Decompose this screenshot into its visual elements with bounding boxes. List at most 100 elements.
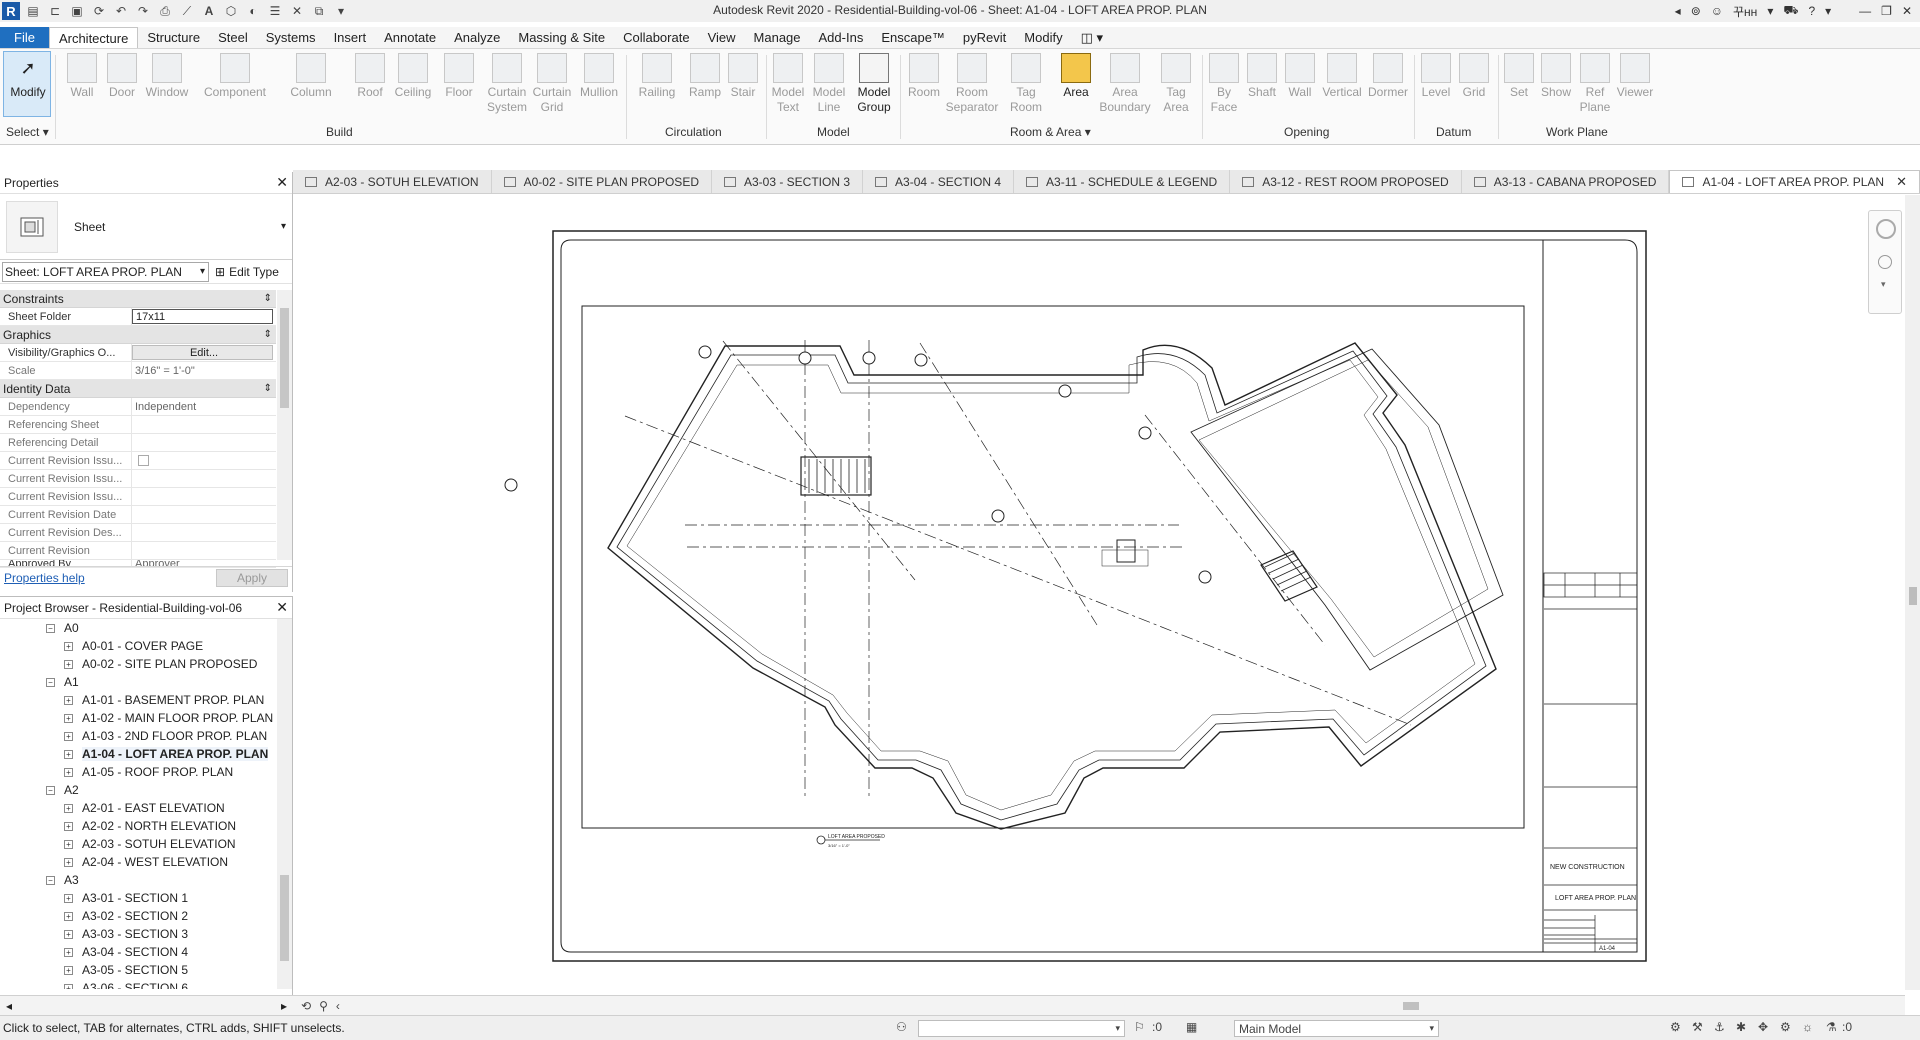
tree-item[interactable]: + A3-01 - SECTION 1 [0,889,276,907]
tree-group[interactable]: − A1 [0,673,276,691]
tab-massing-site[interactable]: Massing & Site [509,27,614,48]
background-process-icon[interactable]: ⚙ [1780,1020,1791,1034]
expand-icon[interactable]: + [64,695,73,705]
revit-logo[interactable]: R [2,2,20,20]
curtain-grid-button[interactable]: Curtain Grid [530,53,574,115]
expand-icon[interactable]: + [64,713,73,723]
group-identity-data[interactable]: Identity Data ⇕ [0,380,276,398]
collapse-icon[interactable]: − [46,875,55,885]
tab-structure[interactable]: Structure [138,27,209,48]
save-icon[interactable]: ▣ [68,3,86,19]
3d-view-icon[interactable]: ⬡ [222,3,240,19]
tree-item[interactable]: + A0-02 - SITE PLAN PROPOSED [0,655,276,673]
properties-scrollbar[interactable] [277,290,292,560]
measure-icon[interactable]: ⟋ [178,3,196,19]
workset-icon[interactable]: ⚇ [896,1020,907,1034]
tree-item[interactable]: + A3-06 - SECTION 6 [0,979,276,989]
select-underlay-icon[interactable]: ⚒ [1692,1020,1703,1034]
tree-item[interactable]: + A1-05 - ROOF PROP. PLAN [0,763,276,781]
user-icon[interactable]: ☺ [1711,4,1723,18]
room-area-panel-label[interactable]: Room & Area ▾ [1010,125,1091,139]
tab-collaborate[interactable]: Collaborate [614,27,699,48]
sync-icon[interactable]: ⟳ [90,3,108,19]
apply-button[interactable]: Apply [216,568,288,587]
select-by-face-icon[interactable]: ✱ [1736,1020,1746,1034]
editing-requests-icon[interactable]: ⚐ [1134,1020,1145,1034]
scroll-right-icon[interactable]: ▸ [281,999,287,1013]
workset-select[interactable]: ▾ [918,1020,1125,1037]
tab-manage[interactable]: Manage [745,27,810,48]
view-tab[interactable]: A2-03 - SOTUH ELEVATION [293,170,492,193]
select-panel-label[interactable]: Select ▾ [6,125,49,139]
area-boundary-button[interactable]: Area Boundary [1098,53,1152,115]
group-constraints[interactable]: Constraints ⇕ [0,290,276,308]
expand-icon[interactable]: + [64,929,73,939]
show-button[interactable]: Show [1538,53,1574,100]
expand-icon[interactable]: + [64,911,73,921]
roof-button[interactable]: Roof [352,53,388,100]
zoom-dropdown-icon[interactable]: ▾ [1881,279,1886,290]
canvas-horizontal-scrollbar[interactable] [623,1000,1883,1012]
model-group-button[interactable]: Model Group [852,53,896,115]
steering-wheel-icon[interactable] [1876,219,1896,239]
grid-button[interactable]: Grid [1456,53,1492,100]
close-browser-icon[interactable]: ✕ [276,599,288,616]
tag-room-button[interactable]: Tag Room [1006,53,1046,115]
instance-selector[interactable]: Sheet: LOFT AREA PROP. PLAN ▾ [2,261,209,282]
scroll-thumb[interactable] [280,308,289,408]
mullion-button[interactable]: Mullion [576,53,622,100]
view-tab[interactable]: A3-11 - SCHEDULE & LEGEND [1014,170,1231,193]
expand-icon[interactable]: + [64,839,73,849]
tree-item[interactable]: + A2-04 - WEST ELEVATION [0,853,276,871]
railing-button[interactable]: Railing [635,53,679,100]
tab-enscape[interactable]: Enscape™ [872,27,954,48]
tab-steel[interactable]: Steel [209,27,257,48]
collapse-icon[interactable]: − [46,677,55,687]
drawing-canvas[interactable]: LOFT AREA PROPOSED 3/16" = 1'-0" NEW CON… [295,195,1905,990]
tab-modify[interactable]: Modify [1015,27,1071,48]
tree-item[interactable]: + A3-04 - SECTION 4 [0,943,276,961]
customize-qat-icon[interactable]: ▾ [332,3,350,19]
tab-analyze[interactable]: Analyze [445,27,509,48]
select-pinned-icon[interactable]: ⚓ [1714,1020,1725,1034]
view-tab[interactable]: A3-13 - CABANA PROPOSED [1462,170,1670,193]
scroll-left-icon[interactable]: ◂ [6,999,12,1013]
restore-icon[interactable]: ❐ [1881,4,1892,18]
modify-button[interactable]: ➚ Modify [5,53,51,100]
visibility-graphics-edit-button[interactable]: Edit... [132,345,273,360]
expand-icon[interactable]: + [64,731,73,741]
help-icon[interactable]: ? [1808,4,1815,18]
properties-help-link[interactable]: Properties help [4,571,85,585]
tab-pyrevit[interactable]: pyRevit [954,27,1015,48]
design-options-icon[interactable]: ▦ [1186,1020,1197,1034]
user-name[interactable]: 꾸ʜʜ [1733,3,1757,20]
tree-group[interactable]: − A0 [0,619,276,637]
level-button[interactable]: Level [1418,53,1454,100]
nav-back-icon[interactable]: ◂ [1675,4,1681,18]
expand-icon[interactable]: + [64,767,73,777]
expand-icon[interactable]: + [64,947,73,957]
tree-group[interactable]: − A2 [0,781,276,799]
scroll-thumb[interactable] [1909,587,1917,605]
scroll-thumb[interactable] [280,875,289,961]
tree-item[interactable]: + A1-01 - BASEMENT PROP. PLAN [0,691,276,709]
area-button[interactable]: Area [1058,53,1094,100]
open-icon[interactable]: ▤ [24,3,42,19]
column-button[interactable]: Column [288,53,334,100]
ceiling-button[interactable]: Ceiling [392,53,434,100]
filter-icon[interactable]: ⚗ [1826,1020,1837,1034]
zoom-icon[interactable] [1878,255,1892,269]
ramp-button[interactable]: Ramp [686,53,724,100]
design-option-select[interactable]: Main Model ▾ [1234,1020,1439,1037]
tree-item[interactable]: + A3-02 - SECTION 2 [0,907,276,925]
dormer-button[interactable]: Dormer [1366,53,1410,100]
shaft-button[interactable]: Shaft [1244,53,1280,100]
tree-item[interactable]: + A1-02 - MAIN FLOOR PROP. PLAN [0,709,276,727]
model-text-button[interactable]: Model Text [768,53,808,115]
browser-scrollbar[interactable] [277,619,292,989]
edit-type-button[interactable]: ⊞ Edit Type [215,265,279,279]
ref-plane-button[interactable]: Ref Plane [1578,53,1612,115]
collapse-icon[interactable]: − [46,623,55,633]
select-links-icon[interactable]: ⚙ [1670,1020,1681,1034]
ribbon-minimize-icon[interactable]: ◫ ▾ [1072,27,1112,48]
